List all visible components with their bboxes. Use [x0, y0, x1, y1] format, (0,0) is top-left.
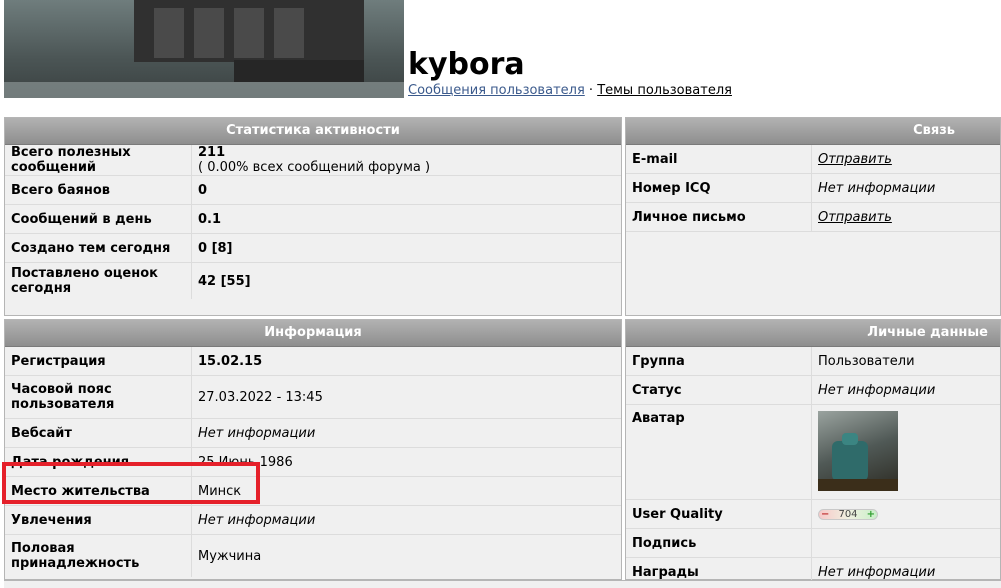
row-label: Группа — [626, 347, 812, 375]
links-separator: · — [588, 83, 594, 98]
user-avatar — [818, 411, 898, 491]
activity-row-bayans: Всего баянов 0 — [5, 176, 621, 205]
user-topics-link[interactable]: Темы пользователя — [597, 83, 732, 98]
personal-panel-title: Личные данные — [626, 320, 1000, 347]
profile-username: kybora — [408, 47, 525, 82]
row-label: Номер ICQ — [626, 174, 812, 202]
activity-row-per-day: Сообщений в день 0.1 — [5, 205, 621, 234]
activity-panel-title: Статистика активности — [5, 118, 621, 145]
quality-minus-button[interactable]: − — [821, 507, 829, 522]
contact-row-email: E-mail Отправить — [626, 145, 1000, 174]
personal-row-quality: User Quality − 704 + — [626, 500, 1000, 529]
row-value: Мужчина — [198, 548, 262, 564]
row-label: User Quality — [626, 500, 812, 528]
info-row-timezone: Часовой пояс пользователя 27.03.2022 - 1… — [5, 376, 621, 419]
row-label: Увлечения — [5, 506, 192, 534]
row-label: Аватар — [626, 405, 812, 499]
contact-panel-title: Связь — [626, 118, 1000, 145]
row-value: Отправить — [812, 203, 1000, 231]
quality-plus-button[interactable]: + — [867, 507, 875, 522]
row-value: Нет информации — [198, 425, 316, 441]
row-label: Всего полезных сообщений — [5, 145, 192, 175]
row-value: 0.1 — [198, 211, 222, 227]
personal-row-status: Статус Нет информации — [626, 376, 1000, 405]
row-value: Пользователи — [818, 353, 915, 369]
info-row-gender: Половая принадлежность Мужчина — [5, 535, 621, 577]
row-value: 42 [55] — [198, 273, 251, 289]
row-value: 0 — [198, 182, 208, 198]
row-value: 15.02.15 — [198, 353, 263, 369]
row-value: Минск — [198, 483, 242, 499]
contact-row-icq: Номер ICQ Нет информации — [626, 174, 1000, 203]
user-quality-widget: − 704 + — [818, 507, 878, 522]
row-label: E-mail — [626, 145, 812, 173]
row-value: Нет информации — [818, 180, 936, 196]
row-label: Подпись — [626, 529, 812, 557]
row-value: Отправить — [812, 145, 1000, 173]
email-send-link[interactable]: Отправить — [818, 152, 892, 167]
personal-row-avatar: Аватар — [626, 405, 1000, 500]
info-row-website: Вебсайт Нет информации — [5, 419, 621, 448]
posts-count: 211 — [198, 145, 226, 160]
row-value: − 704 + — [812, 500, 1000, 528]
info-row-hobbies: Увлечения Нет информации — [5, 506, 621, 535]
activity-panel: Статистика активности Всего полезных соо… — [4, 117, 622, 316]
row-label: Всего баянов — [5, 176, 192, 204]
row-label: Статус — [626, 376, 812, 404]
posts-percent: ( 0.00% всех сообщений форума ) — [198, 160, 431, 175]
quality-value: 704 — [838, 508, 858, 520]
row-value: 25 Июнь 1986 — [198, 454, 293, 470]
personal-row-signature: Подпись — [626, 529, 1000, 558]
activity-row-ratings-today: Поставлено оценок сегодня 42 [55] — [5, 263, 621, 299]
info-row-registration: Регистрация 15.02.15 — [5, 347, 621, 376]
row-value: Нет информации — [818, 382, 936, 398]
info-row-location: Место жительства Минск — [5, 477, 621, 506]
activity-row-topics-today: Создано тем сегодня 0 [8] — [5, 234, 621, 263]
row-label: Половая принадлежность — [5, 535, 192, 577]
row-label: Сообщений в день — [5, 205, 192, 233]
row-label: Место жительства — [5, 477, 192, 505]
row-value: 211 ( 0.00% всех сообщений форума ) — [192, 145, 621, 175]
activity-row-posts: Всего полезных сообщений 211 ( 0.00% все… — [5, 145, 621, 176]
info-panel-title: Информация — [5, 320, 621, 347]
row-label: Личное письмо — [626, 203, 812, 231]
info-panel: Информация Регистрация 15.02.15 Часовой … — [4, 319, 622, 580]
profile-links: Сообщения пользователя · Темы пользовате… — [408, 83, 732, 98]
contact-panel: Связь E-mail Отправить Номер ICQ Нет инф… — [625, 117, 1001, 316]
row-label: Вебсайт — [5, 419, 192, 447]
personal-row-group: Группа Пользователи — [626, 347, 1000, 376]
row-value: 0 [8] — [198, 240, 233, 256]
contact-row-pm: Личное письмо Отправить — [626, 203, 1000, 232]
info-row-birthday: Дата рождения 25 Июнь 1986 — [5, 448, 621, 477]
row-label: Дата рождения — [5, 448, 192, 476]
row-label: Поставлено оценок сегодня — [5, 263, 192, 299]
row-label: Создано тем сегодня — [5, 234, 192, 262]
row-value — [812, 529, 1000, 557]
row-value — [812, 405, 1000, 499]
row-value: Нет информации — [198, 512, 316, 528]
row-value: 27.03.2022 - 13:45 — [198, 389, 323, 405]
row-label: Часовой пояс пользователя — [5, 376, 192, 418]
row-label: Регистрация — [5, 347, 192, 375]
pm-send-link[interactable]: Отправить — [818, 210, 892, 225]
user-posts-link[interactable]: Сообщения пользователя — [408, 83, 585, 98]
profile-header-photo — [4, 0, 404, 98]
personal-panel: Личные данные Группа Пользователи Статус… — [625, 319, 1001, 586]
